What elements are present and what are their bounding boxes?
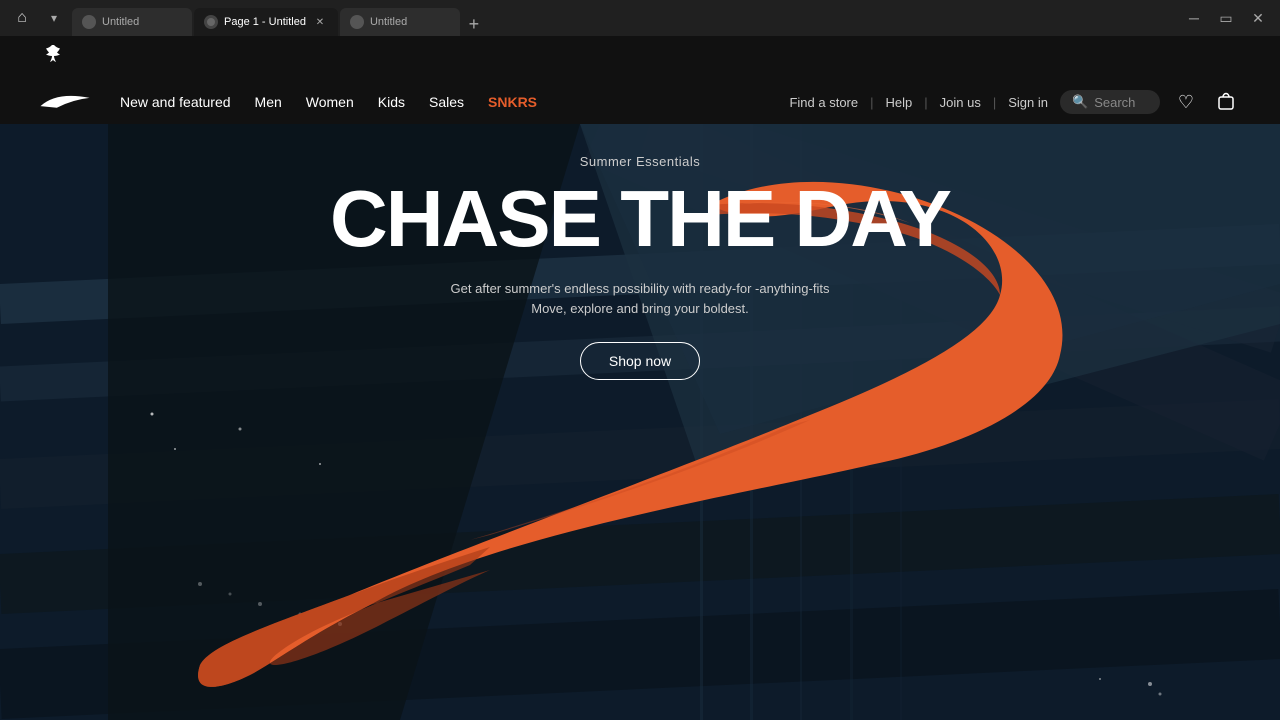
nav-link-men[interactable]: Men bbox=[255, 94, 282, 110]
home-button[interactable]: ⌂ bbox=[8, 4, 36, 32]
favorites-button[interactable]: ♡ bbox=[1172, 88, 1200, 116]
tab-1-label: Untitled bbox=[102, 16, 182, 28]
hero-content: Summer Essentials CHASE THE DAY Get afte… bbox=[330, 154, 950, 380]
find-store-link[interactable]: Find a store bbox=[789, 95, 858, 110]
nike-nav: New and featured Men Women Kids Sales SN… bbox=[0, 80, 1280, 124]
tabs-container: Untitled Page 1 - Untitled ✕ Untitled + bbox=[72, 0, 1168, 36]
tab-3[interactable]: Untitled bbox=[340, 8, 460, 36]
jordan-logo bbox=[40, 43, 64, 73]
hero-section: Summer Essentials CHASE THE DAY Get afte… bbox=[0, 124, 1280, 720]
tab-2-close-button[interactable]: ✕ bbox=[312, 14, 328, 30]
tab-3-favicon bbox=[350, 15, 364, 29]
nav-link-new-featured[interactable]: New and featured bbox=[120, 94, 231, 110]
nav-right: Find a store | Help | Join us | Sign in … bbox=[789, 88, 1240, 116]
hero-title: CHASE THE DAY bbox=[330, 179, 950, 259]
tab-2-favicon bbox=[204, 15, 218, 29]
nike-logo bbox=[40, 86, 90, 118]
cart-button[interactable] bbox=[1212, 88, 1240, 116]
search-icon: 🔍 bbox=[1072, 94, 1088, 110]
tab-2[interactable]: Page 1 - Untitled ✕ bbox=[194, 8, 338, 36]
window-controls: ─ ▭ ✕ bbox=[1180, 4, 1272, 32]
new-tab-button[interactable]: + bbox=[462, 12, 486, 36]
search-placeholder: Search bbox=[1094, 95, 1135, 110]
restore-button[interactable]: ▭ bbox=[1212, 4, 1240, 32]
tab-2-label: Page 1 - Untitled bbox=[224, 16, 306, 28]
jordan-bar bbox=[0, 36, 1280, 80]
nav-link-kids[interactable]: Kids bbox=[378, 94, 405, 110]
nav-link-snkrs[interactable]: SNKRS bbox=[488, 94, 537, 110]
search-box[interactable]: 🔍 Search bbox=[1060, 90, 1160, 114]
close-button[interactable]: ✕ bbox=[1244, 4, 1272, 32]
help-link[interactable]: Help bbox=[886, 95, 913, 110]
join-us-link[interactable]: Join us bbox=[940, 95, 981, 110]
nav-link-women[interactable]: Women bbox=[306, 94, 354, 110]
tab-1-favicon bbox=[82, 15, 96, 29]
tab-1[interactable]: Untitled bbox=[72, 8, 192, 36]
hero-description: Get after summer's endless possibility w… bbox=[330, 279, 950, 318]
minimize-button[interactable]: ─ bbox=[1180, 4, 1208, 32]
sign-in-link[interactable]: Sign in bbox=[1008, 95, 1048, 110]
nav-links: New and featured Men Women Kids Sales SN… bbox=[120, 94, 789, 110]
shop-now-button[interactable]: Shop now bbox=[580, 342, 700, 380]
nav-link-sales[interactable]: Sales bbox=[429, 94, 464, 110]
hero-subtitle: Summer Essentials bbox=[330, 154, 950, 169]
nike-site: New and featured Men Women Kids Sales SN… bbox=[0, 36, 1280, 720]
browser-chrome: ⌂ ▾ Untitled Page 1 - Untitled ✕ Untitle… bbox=[0, 0, 1280, 36]
tab-3-label: Untitled bbox=[370, 16, 450, 28]
tab-list-button[interactable]: ▾ bbox=[40, 4, 68, 32]
